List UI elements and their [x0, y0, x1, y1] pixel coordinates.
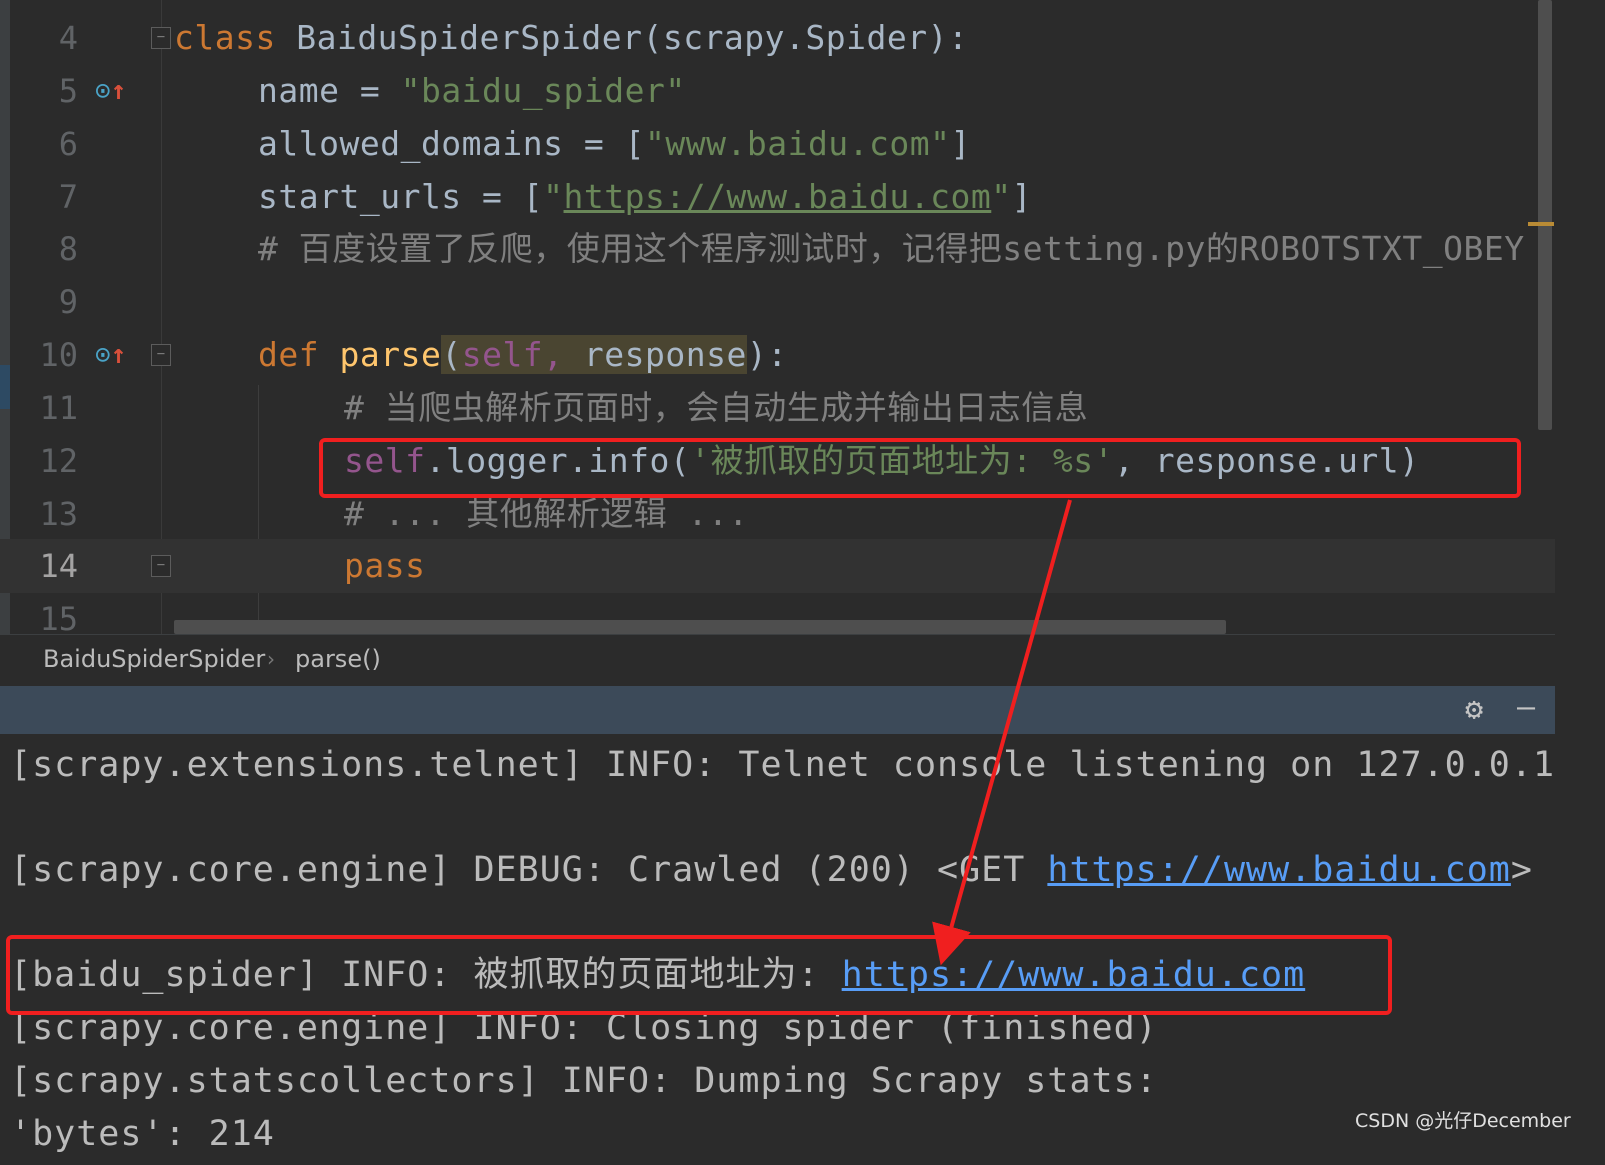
annotation-arrow [932, 499, 1072, 966]
watermark: CSDN @光仔December [1355, 1110, 1571, 1132]
